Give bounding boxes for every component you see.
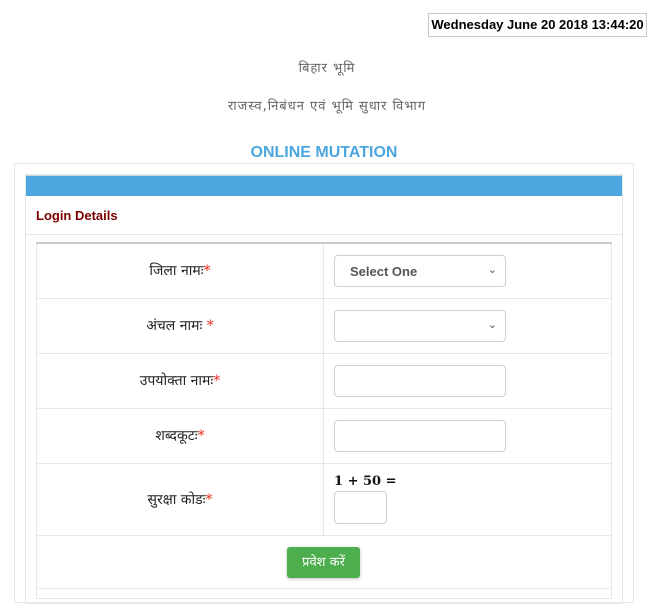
required-marker: * — [205, 491, 213, 508]
username-label-cell: उपयोक्ता नामः* — [36, 352, 324, 409]
form-row-submit: प्रवेश करें — [36, 534, 612, 589]
captcha-question: 1 + 50 = — [334, 473, 397, 489]
form-row-spacer — [36, 587, 612, 599]
login-button[interactable]: प्रवेश करें — [287, 546, 360, 578]
captcha-control-cell: 1 + 50 = — [323, 462, 612, 536]
circle-control-cell: ⌄ — [323, 297, 612, 354]
login-form: जिला नामः* Select One ⌄ अंचल नामः * ⌄ उप… — [36, 242, 612, 599]
district-label-cell: जिला नामः* — [36, 242, 324, 299]
panel-header-bar — [26, 175, 622, 196]
captcha-label: सुरक्षा कोडः — [147, 491, 206, 508]
form-row-username: उपयोक्ता नामः* — [36, 352, 612, 409]
form-row-circle: अंचल नामः * ⌄ — [36, 297, 612, 354]
required-marker: * — [203, 263, 211, 280]
username-input[interactable] — [334, 364, 506, 397]
form-row-district: जिला नामः* Select One ⌄ — [36, 242, 612, 299]
password-input[interactable] — [334, 419, 506, 452]
required-marker: * — [206, 318, 214, 334]
circle-select[interactable]: ⌄ — [334, 309, 506, 342]
required-marker: * — [213, 373, 221, 389]
panel-subheader: Login Details — [26, 196, 622, 235]
district-control-cell: Select One ⌄ — [323, 242, 612, 299]
form-row-captcha: सुरक्षा कोडः* 1 + 50 = — [36, 462, 612, 536]
username-control-cell — [323, 352, 612, 409]
district-label: जिला नामः — [149, 263, 204, 280]
department-name: राजस्व,निबंधन एवं भूमि सुधार विभाग — [227, 99, 427, 114]
panel-title: Login Details — [36, 208, 118, 223]
submit-cell: प्रवेश करें — [36, 534, 612, 589]
page-title: ONLINE MUTATION — [250, 144, 398, 161]
district-select-value: Select One — [350, 264, 418, 279]
password-label-cell: शब्दकूटः* — [36, 407, 324, 464]
username-label: उपयोक्ता नामः — [139, 373, 214, 389]
password-label: शब्दकूटः — [155, 428, 198, 444]
org-name: बिहार भूमि — [298, 61, 356, 76]
spacer-cell — [36, 587, 612, 599]
captcha-input[interactable] — [334, 490, 387, 524]
captcha-label-cell: सुरक्षा कोडः* — [36, 462, 324, 536]
chevron-down-icon: ⌄ — [487, 264, 497, 276]
district-select[interactable]: Select One ⌄ — [334, 255, 506, 287]
circle-label: अंचल नामः — [146, 318, 207, 334]
required-marker: * — [197, 428, 205, 444]
password-control-cell — [323, 407, 612, 464]
form-row-password: शब्दकूटः* — [36, 407, 612, 464]
circle-label-cell: अंचल नामः * — [36, 297, 324, 354]
chevron-down-icon: ⌄ — [487, 318, 497, 331]
datetime-display: Wednesday June 20 2018 13:44:20 — [428, 13, 647, 37]
